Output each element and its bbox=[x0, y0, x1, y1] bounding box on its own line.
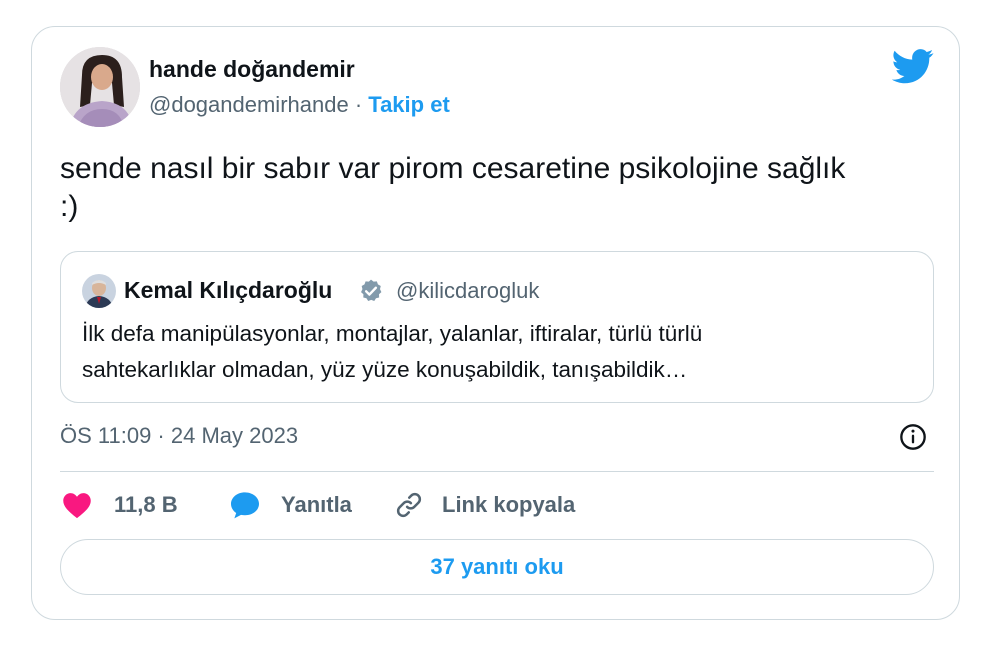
like-count: 11,8 B bbox=[114, 492, 178, 517]
tweet-timestamp[interactable]: ÖS 11:09 · 24 May 2023 bbox=[60, 423, 298, 449]
link-icon bbox=[396, 492, 422, 518]
quoted-tweet-text: İlk defa manipülasyonlar, montajlar, yal… bbox=[82, 316, 912, 388]
read-replies-button[interactable]: 37 yanıtı oku bbox=[60, 539, 934, 595]
tweet-text-line: sende nasıl bir sabır var pirom cesareti… bbox=[60, 152, 846, 185]
author-handle-line: @dogandemirhande · Takip et bbox=[149, 92, 450, 118]
follow-button[interactable]: Takip et bbox=[368, 92, 450, 117]
embedded-tweet-card: hande doğandemir @dogandemirhande · Taki… bbox=[31, 26, 960, 620]
quoted-author-avatar[interactable] bbox=[82, 274, 116, 308]
tweet-text-line: :) bbox=[60, 190, 79, 223]
handle-separator: · bbox=[348, 92, 369, 117]
quoted-author-name[interactable]: Kemal Kılıçdaroğlu bbox=[124, 277, 332, 304]
divider bbox=[60, 471, 934, 472]
quoted-author-handle[interactable]: @kilicdarogluk bbox=[396, 278, 539, 304]
author-name[interactable]: hande doğandemir bbox=[149, 56, 355, 83]
quoted-tweet[interactable]: Kemal Kılıçdaroğlu @kilicdarogluk İlk de… bbox=[60, 251, 934, 403]
info-icon[interactable] bbox=[899, 423, 927, 451]
reply-button[interactable]: Yanıtla bbox=[229, 487, 352, 523]
reply-label: Yanıtla bbox=[281, 492, 352, 517]
speech-bubble-icon bbox=[231, 492, 259, 519]
copy-link-label: Link kopyala bbox=[442, 492, 576, 517]
author-handle[interactable]: @dogandemirhande bbox=[149, 92, 349, 117]
copy-link-button[interactable]: Link kopyala bbox=[394, 487, 575, 523]
tweet-text: sende nasıl bir sabır var pirom cesareti… bbox=[60, 150, 940, 226]
quoted-text-line: sahtekarlıklar olmadan, yüz yüze konuşab… bbox=[82, 357, 688, 382]
twitter-bird-icon[interactable] bbox=[892, 49, 934, 84]
verified-badge-icon bbox=[361, 279, 382, 301]
like-button[interactable]: 11,8 B bbox=[62, 487, 178, 523]
author-avatar[interactable] bbox=[60, 47, 140, 127]
quoted-text-line: İlk defa manipülasyonlar, montajlar, yal… bbox=[82, 321, 703, 346]
heart-icon bbox=[63, 493, 91, 519]
